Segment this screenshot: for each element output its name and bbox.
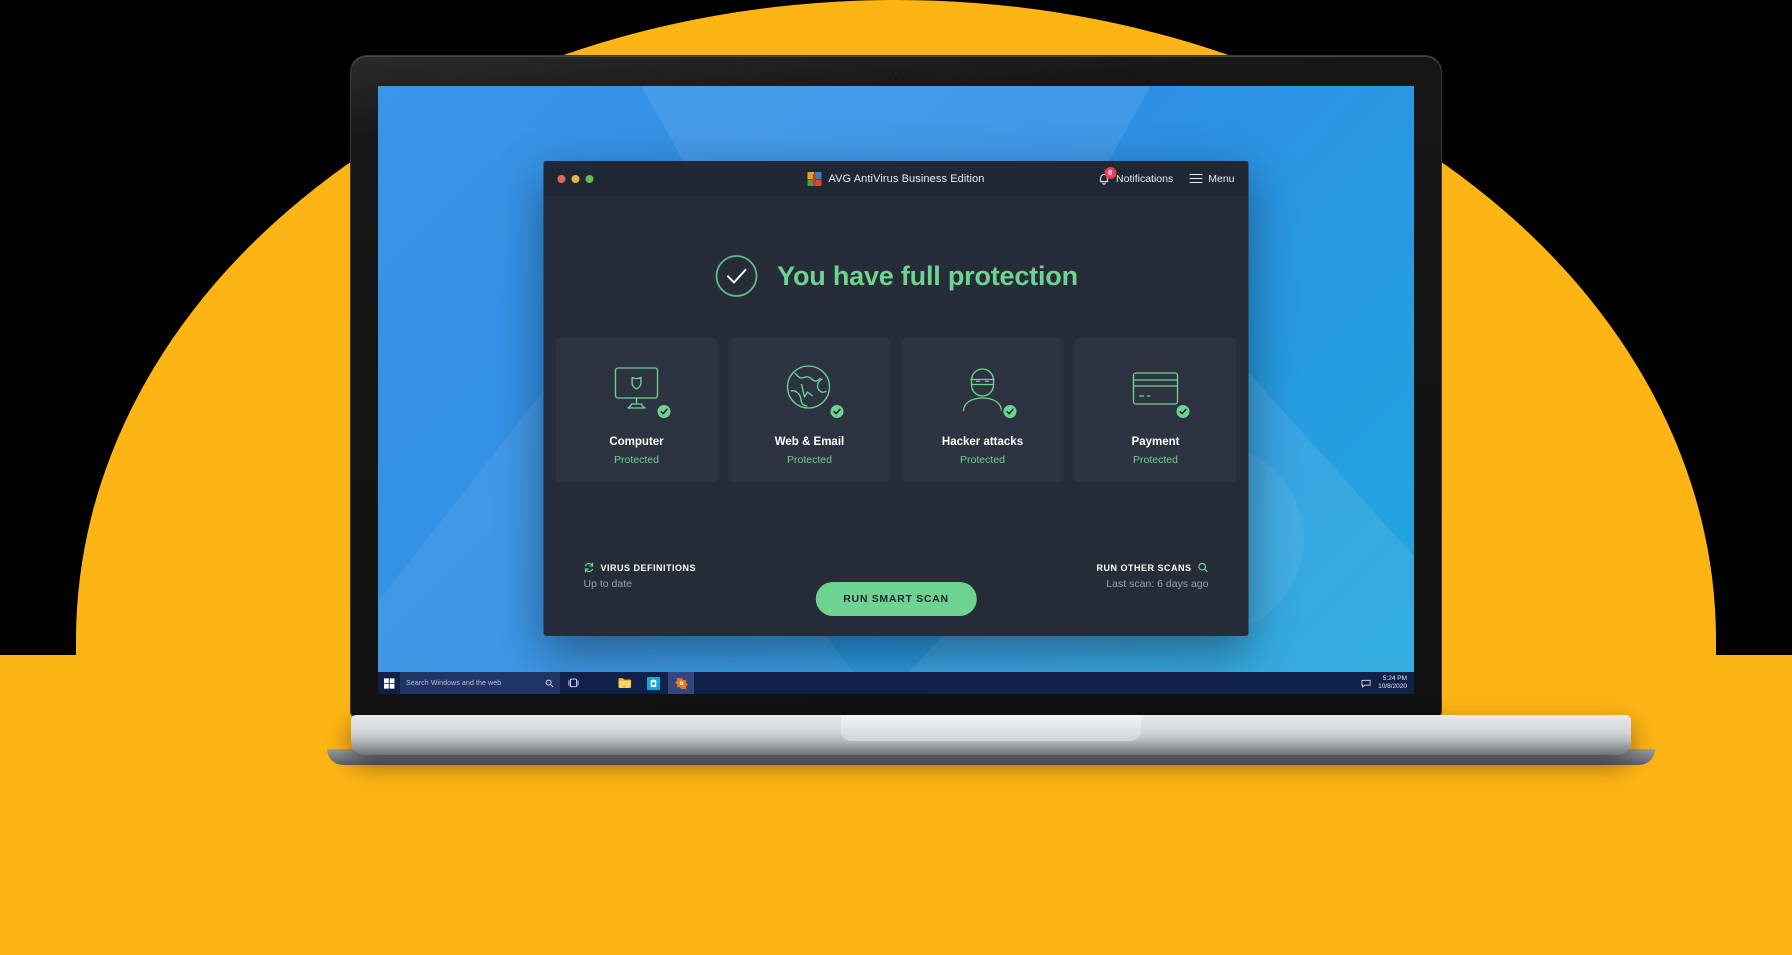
hamburger-icon	[1189, 173, 1203, 184]
notifications-button[interactable]: 8 Notifications	[1096, 167, 1174, 186]
card-title: Hacker attacks	[941, 436, 1024, 448]
card-title: Web & Email	[774, 436, 845, 448]
protection-status-banner: You have full protection	[544, 196, 1249, 298]
window-controls[interactable]	[557, 174, 594, 183]
check-badge-icon	[1174, 403, 1192, 420]
windows-taskbar: Search Windows and the web 5:24 PM 10/8/…	[378, 672, 1414, 694]
magnifier-icon	[1198, 562, 1208, 573]
window-footer: VIRUS DEFINITIONS Up to date RUN SMART S…	[544, 562, 1249, 636]
menu-button[interactable]: Menu	[1189, 172, 1235, 185]
card-title: Computer	[609, 436, 664, 448]
virus-definitions-header: VIRUS DEFINITIONS	[584, 562, 697, 573]
card-hacker-attacks[interactable]: Hacker attacks Protected	[901, 338, 1064, 482]
taskbar-clock[interactable]: 5:24 PM 10/8/2020	[1378, 675, 1407, 691]
protection-status-text: You have full protection	[777, 260, 1078, 291]
check-badge-icon	[828, 403, 846, 420]
check-circle-icon	[715, 255, 758, 297]
avg-antivirus-icon[interactable]	[668, 672, 694, 694]
search-placeholder: Search Windows and the web	[406, 679, 502, 687]
laptop-base	[327, 715, 1655, 765]
virus-definitions-status: Up to date	[583, 578, 632, 590]
taskbar-tray: 5:24 PM 10/8/2020	[1361, 675, 1414, 691]
monitor-shield-icon	[602, 360, 673, 420]
laptop-mockup: AVG AntiVirus Business Edition 8 Notific…	[327, 56, 1655, 765]
store-icon[interactable]	[640, 672, 666, 694]
other-scans-label: RUN OTHER SCANS	[1096, 562, 1192, 573]
virus-definitions-label: VIRUS DEFINITIONS	[600, 562, 697, 573]
refresh-icon	[584, 562, 594, 573]
laptop-lid: AVG AntiVirus Business Edition 8 Notific…	[351, 56, 1441, 716]
file-explorer-icon[interactable]	[612, 672, 638, 694]
card-status: Protected	[1133, 454, 1178, 466]
card-payment[interactable]: Payment Protected	[1074, 338, 1237, 482]
protection-cards: Computer Protected Web & Email Protected…	[544, 298, 1249, 482]
card-title: Payment	[1131, 436, 1180, 448]
taskbar-app-icons	[612, 672, 694, 694]
clock-time: 5:24 PM	[1382, 675, 1407, 683]
windows-start-icon[interactable]	[378, 672, 400, 694]
minimize-button[interactable]	[571, 174, 580, 183]
bell-icon: 8	[1096, 167, 1117, 186]
close-button[interactable]	[557, 174, 566, 183]
check-badge-icon	[1001, 403, 1019, 420]
magnifier-icon	[545, 679, 554, 687]
taskbar-search-input[interactable]: Search Windows and the web	[400, 672, 560, 694]
laptop-screen: AVG AntiVirus Business Edition 8 Notific…	[378, 86, 1414, 694]
masked-person-icon	[948, 360, 1019, 420]
window-title: AVG AntiVirus Business Edition	[828, 172, 985, 185]
avg-app-window: AVG AntiVirus Business Edition 8 Notific…	[543, 161, 1249, 636]
card-status: Protected	[960, 454, 1005, 466]
action-center-icon[interactable]	[1361, 679, 1371, 688]
titlebar-actions: 8 Notifications Menu	[1096, 167, 1235, 186]
credit-card-icon	[1121, 360, 1192, 420]
task-view-icon[interactable]	[560, 672, 586, 694]
card-status: Protected	[614, 454, 659, 466]
notifications-label: Notifications	[1116, 172, 1174, 185]
clock-date: 10/8/2020	[1378, 683, 1407, 690]
menu-label: Menu	[1208, 172, 1235, 185]
globe-cursor-icon	[775, 360, 846, 420]
poster-canvas: AVG AntiVirus Business Edition 8 Notific…	[0, 0, 1792, 955]
notification-badge: 8	[1104, 167, 1117, 179]
card-status: Protected	[787, 454, 832, 466]
avg-logo-icon	[807, 171, 822, 186]
other-scans-block[interactable]: RUN OTHER SCANS Last scan: 6 days ago	[1096, 562, 1209, 591]
card-computer[interactable]: Computer Protected	[555, 338, 718, 482]
laptop-base-lip	[327, 749, 1655, 765]
last-scan-text: Last scan: 6 days ago	[1106, 578, 1209, 590]
check-badge-icon	[655, 403, 673, 420]
window-titlebar: AVG AntiVirus Business Edition 8 Notific…	[543, 161, 1249, 196]
run-smart-scan-button[interactable]: RUN SMART SCAN	[815, 582, 977, 616]
virus-definitions-block[interactable]: VIRUS DEFINITIONS Up to date	[583, 562, 697, 591]
other-scans-header: RUN OTHER SCANS	[1096, 562, 1208, 573]
maximize-button[interactable]	[585, 174, 594, 183]
card-web-email[interactable]: Web & Email Protected	[728, 338, 891, 482]
